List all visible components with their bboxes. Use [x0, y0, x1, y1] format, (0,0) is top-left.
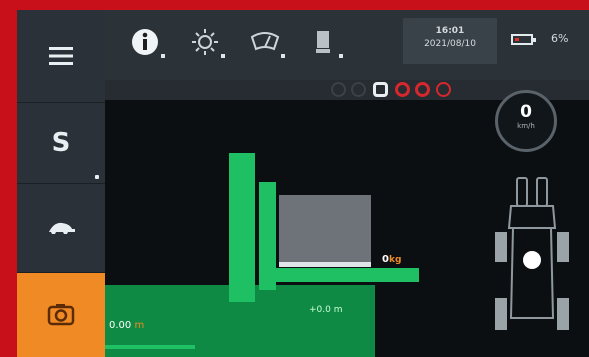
brake-icon: [331, 82, 346, 97]
sidebar: S: [17, 10, 105, 357]
battery-icon: [511, 34, 533, 45]
clock-display: 16:01 2021/08/10: [403, 18, 497, 64]
vehicle-top-view-icon: [495, 177, 569, 330]
clock-time: 16:01: [435, 26, 465, 36]
work-light-button[interactable]: [183, 20, 227, 64]
wiper-button[interactable]: [243, 20, 287, 64]
speed-unit: km/h: [517, 122, 535, 130]
clock-date: 2021/08/10: [424, 39, 476, 49]
travel-distance-bar: [105, 345, 195, 349]
menu-button[interactable]: [17, 10, 105, 103]
alert-icon: [436, 82, 451, 97]
seat-icon: [316, 31, 330, 53]
travel-distance-readout: 0.00 m: [109, 320, 144, 331]
battery-percent: 6%: [551, 32, 569, 45]
camera-button[interactable]: [17, 273, 105, 357]
speedometer: 0 km/h: [495, 90, 557, 152]
speed-value: 0: [520, 102, 532, 122]
submenu-indicator-icon: [95, 175, 99, 179]
travel-distance-value: 0.00: [109, 320, 132, 331]
speed-mode-label: S: [51, 128, 71, 158]
drive-mode-button[interactable]: [17, 184, 105, 273]
seat-button[interactable]: [301, 20, 345, 64]
info-icon: [132, 29, 158, 55]
speed-mode-button[interactable]: S: [17, 103, 105, 184]
info-button[interactable]: [123, 20, 167, 64]
hydraulic-icon: [351, 82, 366, 97]
camera-status-icon: [373, 82, 388, 97]
mast-outer: [229, 153, 255, 302]
work-light-icon: [192, 29, 218, 55]
fork-height-readout: +0.0 m: [309, 305, 343, 315]
vehicle-display: S 16:01 2021/08/10 6% 0kg +0.0 m 0.00 m …: [17, 10, 589, 357]
top-status-bar: 16:01 2021/08/10 6%: [105, 10, 589, 80]
load-weight-value: 0: [382, 254, 389, 265]
turtle-icon: [49, 222, 75, 234]
load-box: [279, 195, 371, 267]
hamburger-menu-icon: [49, 47, 73, 65]
warning-icon: [395, 82, 410, 97]
load-weight-readout: 0kg: [382, 254, 401, 265]
travel-distance-unit: m: [134, 320, 145, 331]
camera-icon: [47, 304, 75, 326]
load-weight-unit: kg: [388, 255, 402, 265]
error-icon: [415, 82, 430, 97]
fork-arm: [259, 268, 419, 282]
wiper-icon: [250, 32, 280, 51]
